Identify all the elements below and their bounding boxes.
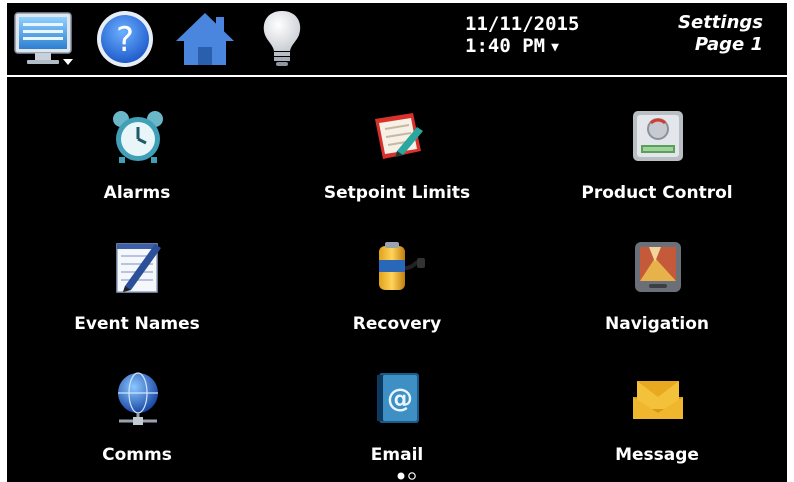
hmi-screen: ? 11/11/2015 1:40 PM ▼ Settings Page 1 A… [7,3,787,482]
tile-message[interactable]: Message [527,339,787,469]
email-book-icon: @ [377,373,419,423]
dropdown-caret-icon: ▼ [551,40,559,55]
tile-label: Email [370,445,424,465]
datetime-display[interactable]: 11/11/2015 1:40 PM ▼ [465,13,579,59]
page-title-line1: Settings [678,12,763,33]
time-text: 1:40 PM [465,35,546,57]
svg-text:@: @ [387,384,413,414]
date-text: 11/11/2015 [465,13,580,35]
time-row: 1:40 PM ▼ [465,35,579,59]
navigation-device-icon [635,242,681,292]
clipboard-pen-icon [375,113,423,159]
alarm-clock-icon [113,111,163,163]
tile-label: Event Names [74,314,200,334]
monitor-menu-icon[interactable] [13,9,75,69]
lightbulb-icon[interactable] [259,9,305,69]
tile-event-names[interactable]: Event Names [7,208,267,338]
page-indicator[interactable] [393,471,423,481]
home-icon[interactable] [172,9,238,69]
settings-grid: Alarms Setpoint Limits Product Control E… [7,77,787,469]
tile-label: Product Control [581,183,733,203]
page-title-line2: Page 1 [694,34,763,55]
tile-label: Alarms [103,183,171,203]
svg-text:?: ? [116,20,134,60]
tile-label: Recovery [352,314,442,334]
tile-recovery[interactable]: Recovery [267,208,527,338]
globe-network-icon [118,372,158,425]
envelope-icon [633,381,683,419]
control-panel-icon [633,111,683,161]
tile-label: Comms [102,445,172,465]
tile-alarms[interactable]: Alarms [7,77,267,207]
tile-navigation[interactable]: Navigation [527,208,787,338]
tile-label: Navigation [605,314,709,334]
notepad-pen-icon [116,243,161,293]
tile-product-control[interactable]: Product Control [527,77,787,207]
page-dot-active[interactable] [397,472,405,480]
tile-label: Message [615,445,699,465]
help-icon[interactable]: ? [95,9,155,69]
tile-label: Setpoint Limits [323,183,471,203]
page-dot-inactive[interactable] [408,472,416,480]
tile-comms[interactable]: Comms [7,339,267,469]
top-bar: ? 11/11/2015 1:40 PM ▼ Settings Page 1 [7,3,787,77]
tile-email[interactable]: @ Email [267,339,527,469]
battery-plug-icon [379,242,425,290]
page-title: Settings Page 1 [678,12,763,56]
tile-setpoint-limits[interactable]: Setpoint Limits [267,77,527,207]
